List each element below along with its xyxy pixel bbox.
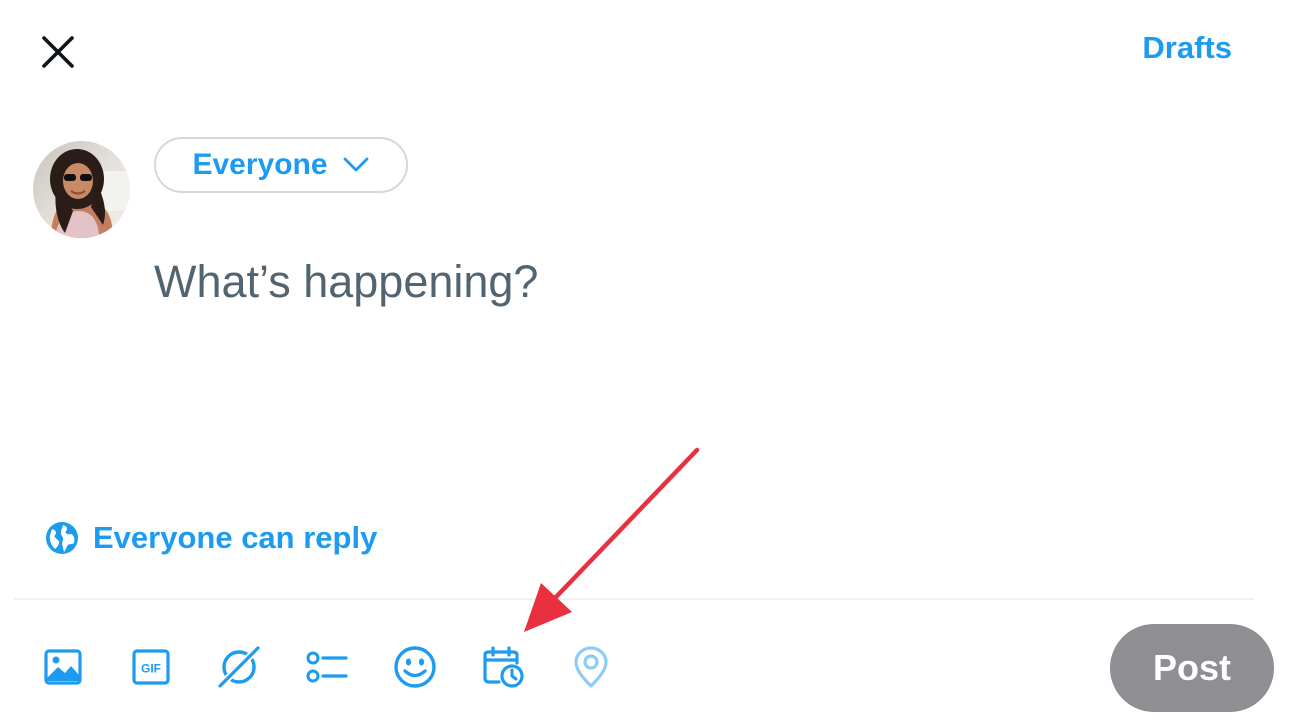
schedule-icon: [483, 646, 524, 688]
gif-icon-label: GIF: [141, 662, 161, 676]
schedule-button[interactable]: [480, 644, 526, 690]
emoji-button[interactable]: [392, 644, 438, 690]
grok-icon: [217, 645, 261, 689]
post-text-input[interactable]: [154, 256, 1234, 456]
post-button[interactable]: Post: [1110, 624, 1274, 712]
image-icon: [44, 649, 82, 685]
audience-label: Everyone: [192, 148, 328, 181]
emoji-icon: [394, 646, 436, 688]
compose-toolbar: GIF: [40, 644, 656, 690]
avatar[interactable]: [33, 141, 130, 238]
poll-icon: [306, 651, 348, 683]
reply-setting-button[interactable]: Everyone can reply: [45, 520, 377, 556]
close-button[interactable]: [30, 24, 86, 80]
divider: [14, 598, 1254, 600]
reply-setting-label: Everyone can reply: [93, 520, 378, 555]
compose-post-modal: Drafts Everyone What’s happening? Everyo…: [0, 0, 1306, 720]
close-icon: [42, 36, 74, 68]
location-button[interactable]: [568, 644, 614, 690]
globe-icon: [46, 522, 78, 554]
gif-icon: GIF: [132, 649, 170, 685]
gif-button[interactable]: GIF: [128, 644, 174, 690]
media-button[interactable]: [40, 644, 86, 690]
avatar-photo: [33, 141, 130, 238]
drafts-link[interactable]: Drafts: [1142, 30, 1232, 66]
poll-button[interactable]: [304, 644, 350, 690]
audience-selector-button[interactable]: Everyone: [154, 137, 408, 193]
chevron-down-icon: [343, 157, 368, 172]
location-icon: [574, 646, 608, 688]
grok-button[interactable]: [216, 644, 262, 690]
